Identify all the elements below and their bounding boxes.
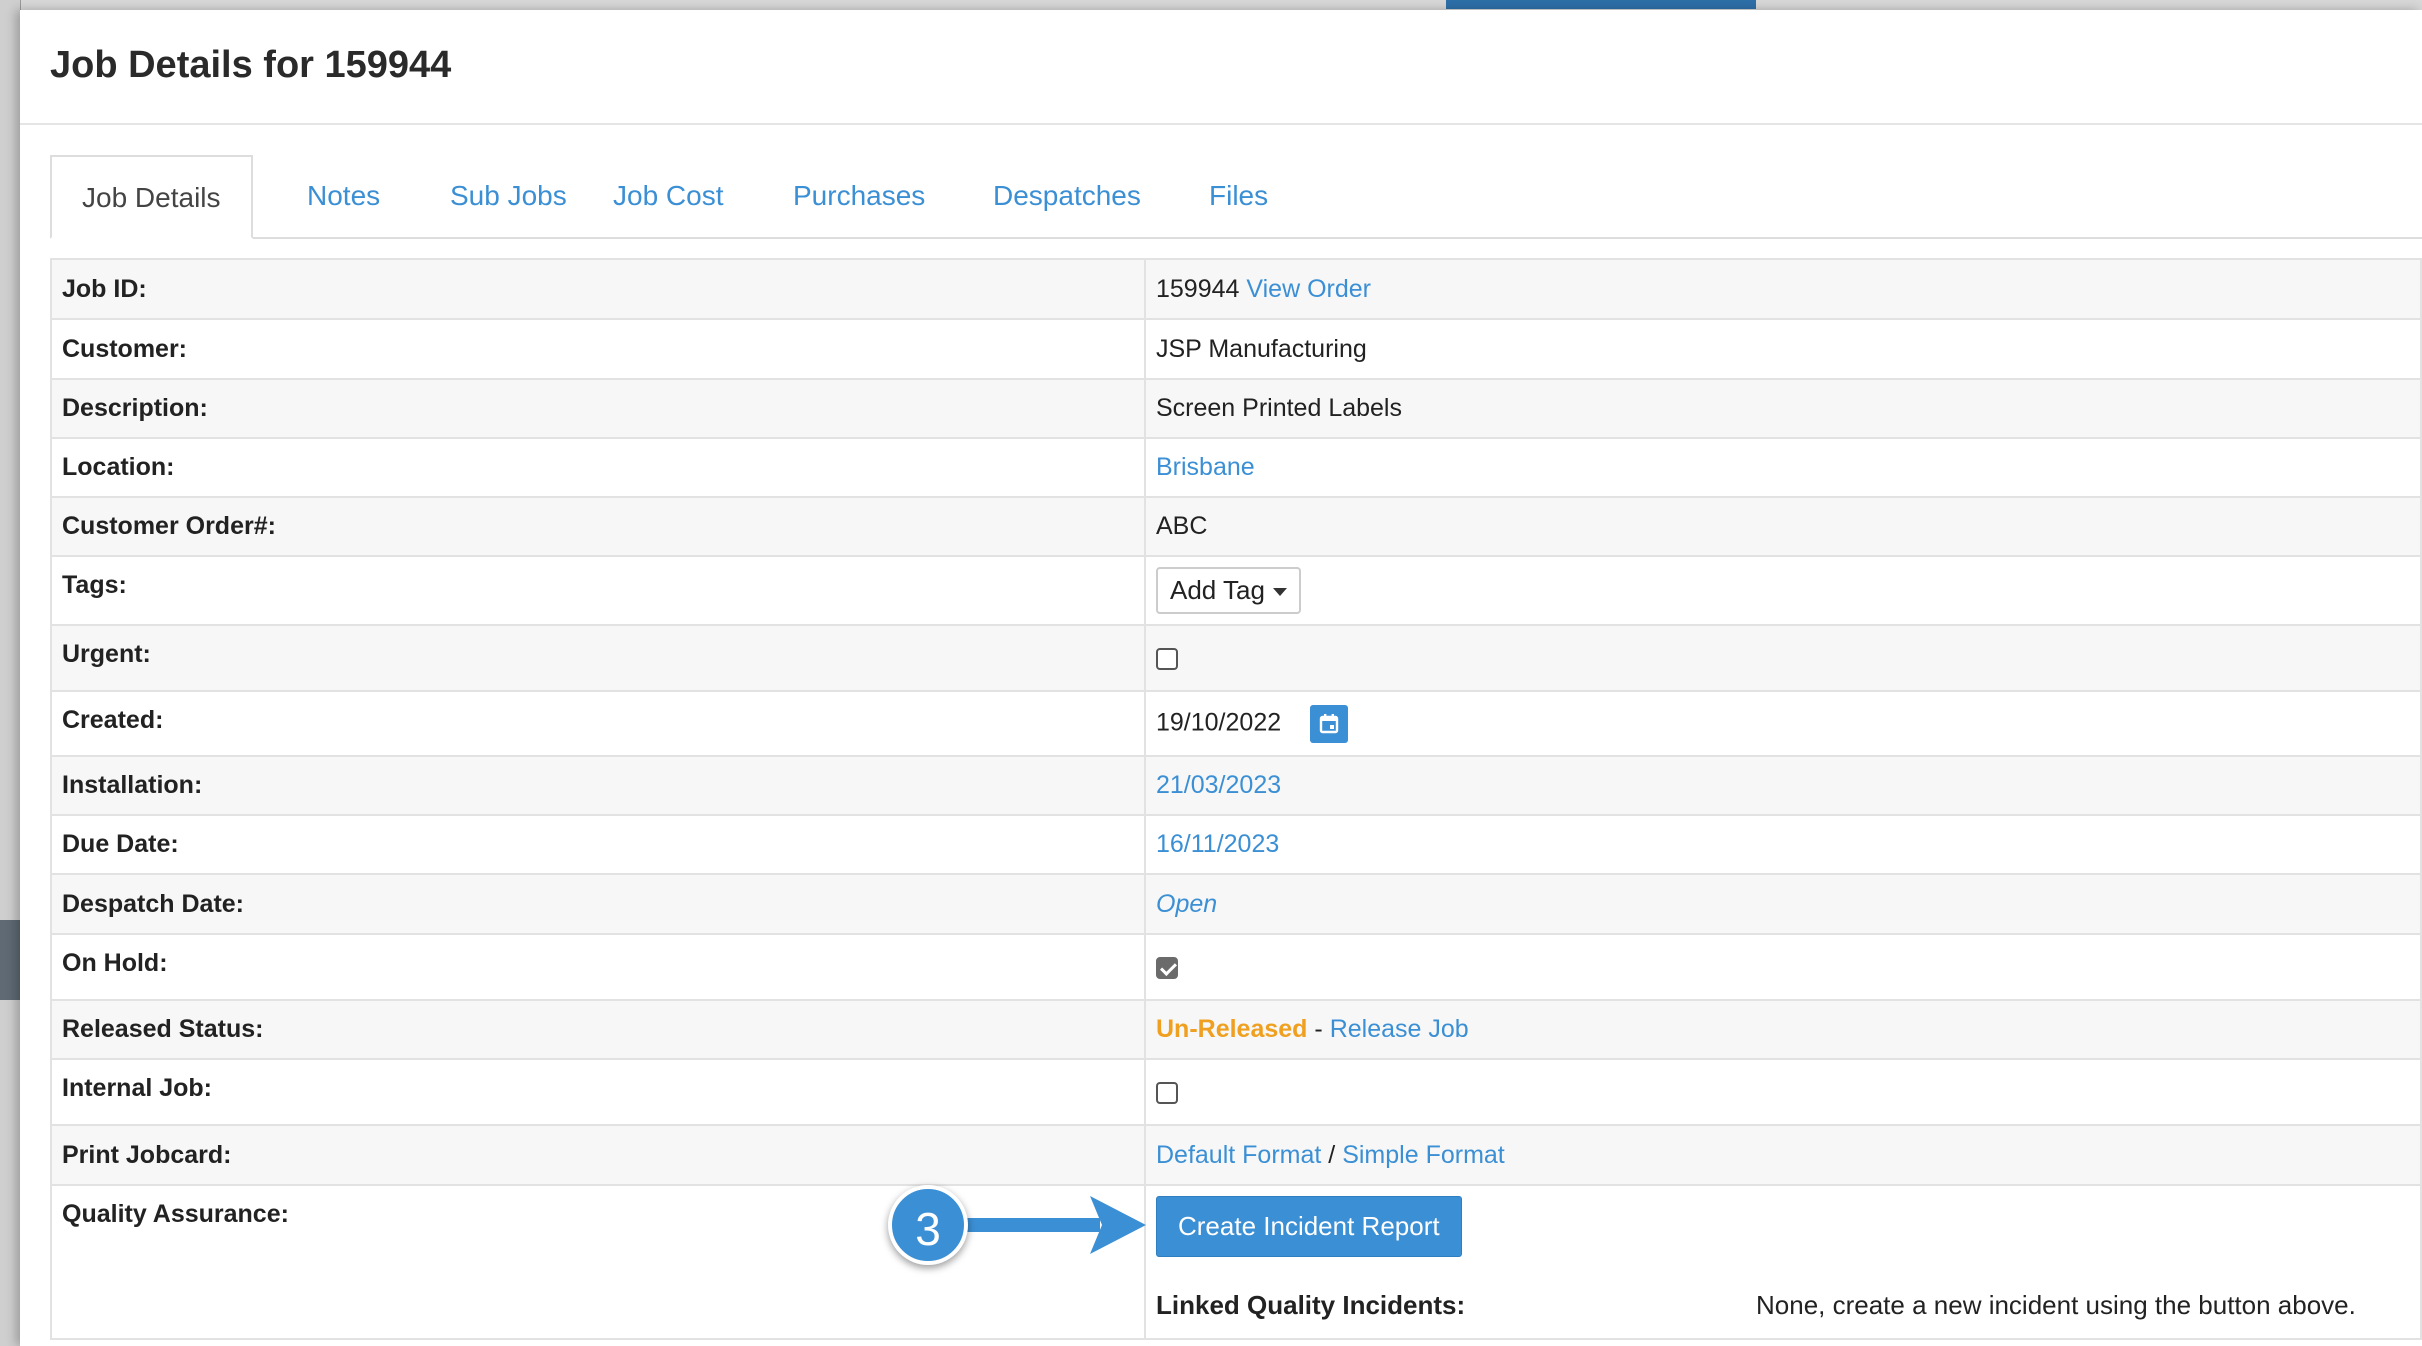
simple-format-link[interactable]: Simple Format [1342,1141,1505,1169]
field-value: Add Tag [1144,555,2422,626]
background-page-dark-block [0,920,20,1000]
internal-job-checkbox[interactable] [1156,1081,1178,1104]
created-date-value: 19/10/2022 [1156,708,1282,737]
table-row: Customer Order#: ABC [50,496,2422,557]
create-incident-report-button[interactable]: Create Incident Report [1156,1196,1462,1257]
annotation-step-badge: 3 [888,1185,968,1265]
format-separator: / [1328,1140,1336,1169]
caret-down-icon [1272,588,1287,597]
tab-despatches[interactable]: Despatches [993,155,1141,237]
table-row: Released Status: Un-Released - Release J… [50,999,2422,1060]
field-value: 19/10/2022 [1144,690,2422,757]
release-job-link[interactable]: Release Job [1330,1015,1469,1043]
field-label: Customer Order#: [50,496,1146,557]
field-value: Create Incident Report Linked Quality In… [1144,1184,2422,1340]
location-link[interactable]: Brisbane [1156,453,1255,481]
field-label: Customer: [50,318,1146,380]
customer-value: JSP Manufacturing [1144,318,2422,380]
field-value: 16/11/2023 [1144,814,2422,875]
status-separator: - [1314,1015,1323,1043]
table-row: Location: Brisbane [50,437,2422,498]
add-tag-label: Add Tag [1170,575,1265,605]
background-page-button [1446,0,1756,9]
table-row: Urgent: [50,624,2422,692]
table-row: Print Jobcard: Default Format / Simple F… [50,1124,2422,1186]
calendar-icon [1319,713,1339,733]
field-value: 21/03/2023 [1144,755,2422,816]
background-page-top [0,0,2422,10]
modal-header: Job Details for 159944 [20,10,2422,125]
view-order-link[interactable]: View Order [1246,275,1371,303]
table-row: Description: Screen Printed Labels [50,378,2422,439]
despatch-date-link[interactable]: Open [1156,890,1217,918]
field-value [1144,1058,2422,1126]
tab-purchases[interactable]: Purchases [793,155,925,237]
field-label: Due Date: [50,814,1146,875]
field-value: Un-Released - Release Job [1144,999,2422,1060]
field-label: Installation: [50,755,1146,816]
field-value [1144,624,2422,692]
table-row: Quality Assurance: Create Incident Repor… [50,1184,2422,1340]
tab-job-details[interactable]: Job Details [50,155,253,239]
calendar-button[interactable] [1310,704,1349,743]
tab-files[interactable]: Files [1209,155,1268,237]
field-value: Brisbane [1144,437,2422,498]
background-page-left [0,0,21,1346]
table-row: Internal Job: [50,1058,2422,1126]
tab-sub-jobs[interactable]: Sub Jobs [450,155,567,237]
field-label: On Hold: [50,933,1146,1001]
field-label: Tags: [50,555,1146,626]
modal-title: Job Details for 159944 [50,44,452,86]
table-row: Due Date: 16/11/2023 [50,814,2422,875]
job-details-table: Job ID: 159944 View Order Customer: JSP … [50,258,2422,1340]
table-row: Despatch Date: Open [50,873,2422,935]
job-id-value: 159944 [1156,274,1240,303]
linked-quality-incidents-value: None, create a new incident using the bu… [1756,1290,2356,1320]
installation-date-link[interactable]: 21/03/2023 [1156,771,1281,799]
field-label: Location: [50,437,1146,498]
table-row: Created: 19/10/2022 [50,690,2422,757]
field-value: Default Format / Simple Format [1144,1124,2422,1186]
table-row: Installation: 21/03/2023 [50,755,2422,816]
default-format-link[interactable]: Default Format [1156,1141,1321,1169]
table-row: Customer: JSP Manufacturing [50,318,2422,380]
tab-notes[interactable]: Notes [307,155,380,237]
tab-job-cost[interactable]: Job Cost [613,155,724,237]
on-hold-checkbox[interactable] [1156,956,1178,979]
annotation-arrow-icon [960,1196,1146,1254]
field-label: Job ID: [50,258,1146,320]
field-label: Urgent: [50,624,1146,692]
field-label: Print Jobcard: [50,1124,1146,1186]
field-label: Description: [50,378,1146,439]
urgent-checkbox[interactable] [1156,647,1178,670]
job-details-modal: Job Details for 159944 Job Details Notes… [20,10,2422,1346]
qa-button-wrap: Create Incident Report [1156,1196,1462,1257]
add-tag-button[interactable]: Add Tag [1156,567,1301,614]
description-value: Screen Printed Labels [1144,378,2422,439]
due-date-link[interactable]: 16/11/2023 [1156,830,1279,858]
field-value: Open [1144,873,2422,935]
field-value [1144,933,2422,1001]
field-label: Internal Job: [50,1058,1146,1126]
field-label: Released Status: [50,999,1146,1060]
field-value: 159944 View Order [1144,258,2422,320]
customer-order-value: ABC [1144,496,2422,557]
field-label: Despatch Date: [50,873,1146,935]
tab-bar: Job Details Notes Sub Jobs Job Cost Purc… [50,155,2422,239]
table-row: Tags: Add Tag [50,555,2422,626]
linked-quality-incidents-label: Linked Quality Incidents: [1156,1290,1466,1320]
field-label: Created: [50,690,1146,757]
table-row: On Hold: [50,933,2422,1001]
table-row: Job ID: 159944 View Order [50,258,2422,320]
released-status-badge: Un-Released [1156,1015,1308,1043]
